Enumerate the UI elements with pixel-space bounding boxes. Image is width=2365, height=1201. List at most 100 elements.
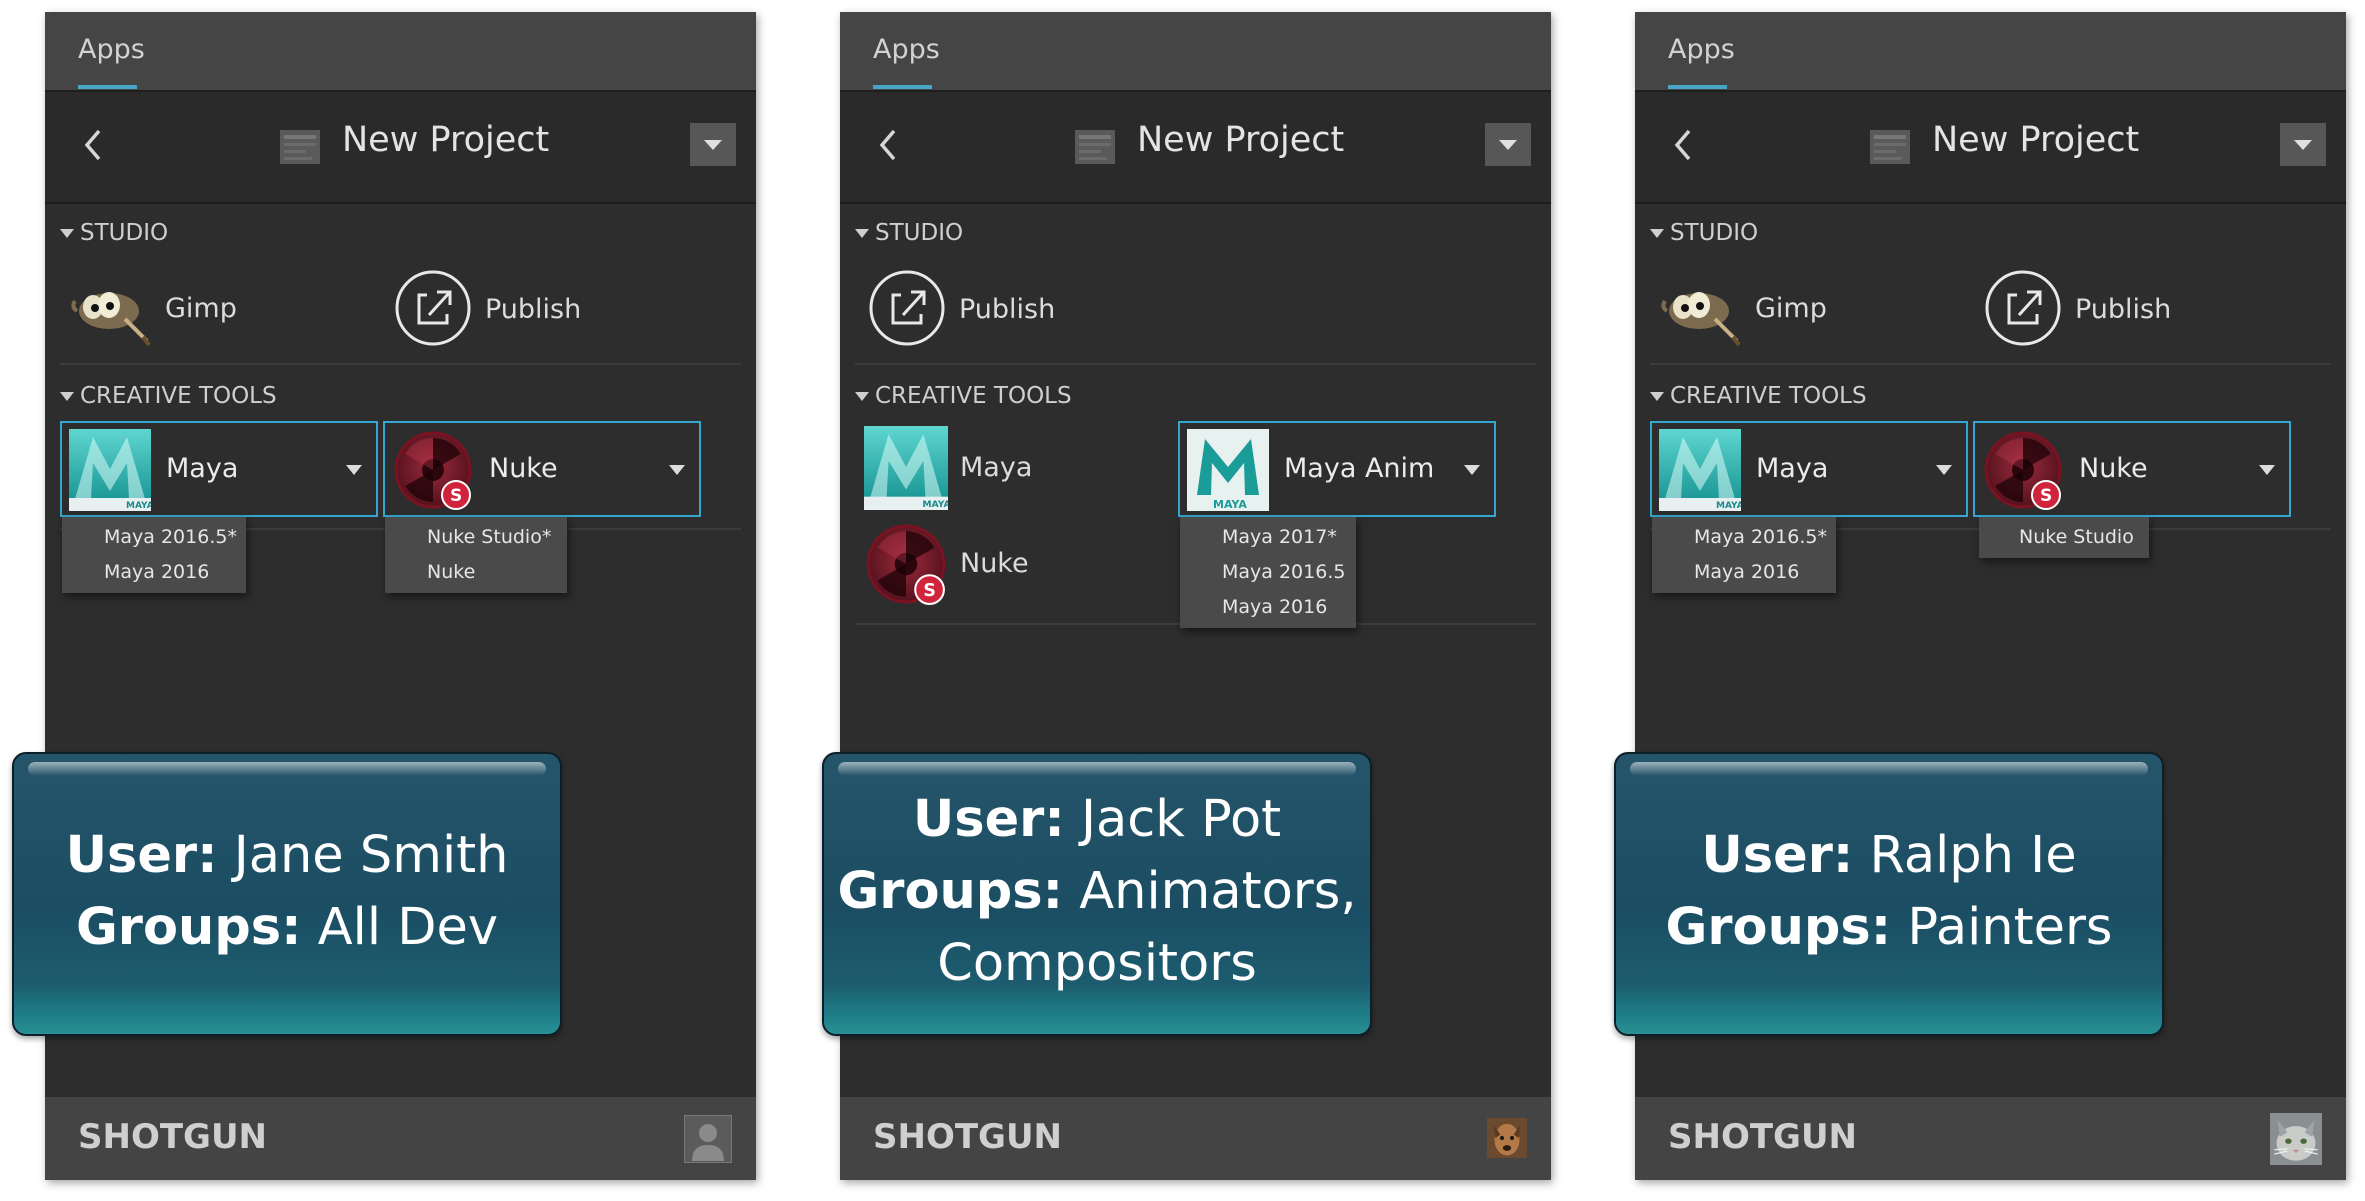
shotgun-logo: SHOTGUN — [873, 1117, 1063, 1157]
user-name: Jack Pot — [1080, 790, 1282, 849]
app-maya[interactable]: Maya — [60, 421, 378, 517]
menu-item[interactable]: Maya 2016 — [1180, 590, 1356, 625]
tab-underline — [873, 85, 932, 89]
app-label: Maya — [166, 453, 239, 484]
app-nuke[interactable]: Nuke — [864, 522, 1114, 608]
app-gimp[interactable]: Gimp — [1659, 267, 1909, 353]
project-thumbnail-icon — [278, 126, 322, 168]
project-header: New Project — [1635, 90, 2346, 204]
tab-apps[interactable]: Apps — [873, 34, 940, 65]
user-avatar-icon[interactable] — [2270, 1113, 2322, 1165]
app-label: Maya — [960, 452, 1033, 483]
footer-bar: SHOTGUN — [45, 1097, 756, 1180]
menu-item[interactable]: Nuke Studio* — [385, 520, 567, 555]
tab-underline — [78, 85, 137, 89]
group-names: Animators, — [1079, 862, 1357, 921]
chevron-down-icon — [2294, 140, 2312, 150]
maya-anim-version-menu: Maya 2017* Maya 2016.5 Maya 2016 — [1180, 517, 1356, 628]
menu-item[interactable]: Nuke Studio — [1979, 520, 2149, 555]
menu-item[interactable]: Maya 2016 — [1652, 555, 1836, 590]
chevron-down-icon[interactable] — [669, 465, 685, 475]
menu-dropdown-button[interactable] — [690, 123, 736, 166]
maya-version-menu: Maya 2016.5* Maya 2016 — [1652, 517, 1836, 593]
user-callout-jack: User: Jack Pot Groups: Animators, Compos… — [822, 752, 1372, 1036]
footer-bar: SHOTGUN — [840, 1097, 1551, 1180]
app-label: Publish — [959, 294, 1056, 325]
publish-icon — [393, 268, 473, 348]
group-names: Painters — [1907, 898, 2113, 957]
nuke-icon — [392, 429, 474, 511]
section-studio[interactable]: STUDIO — [1650, 220, 1758, 246]
nuke-version-menu: Nuke Studio* Nuke — [385, 517, 567, 593]
divider — [1650, 363, 2331, 365]
tab-apps[interactable]: Apps — [1668, 34, 1735, 65]
project-header: New Project — [840, 90, 1551, 204]
app-label: Maya — [1756, 453, 1829, 484]
menu-item[interactable]: Maya 2016.5 — [1180, 555, 1356, 590]
menu-item[interactable]: Maya 2016 — [62, 555, 246, 590]
app-label: Gimp — [1755, 293, 1827, 324]
menu-dropdown-button[interactable] — [1485, 123, 1531, 166]
chevron-down-icon[interactable] — [346, 465, 362, 475]
back-arrow-icon[interactable] — [1665, 125, 1701, 165]
divider — [60, 363, 741, 365]
project-thumbnail-icon — [1073, 126, 1117, 168]
tab-underline — [1668, 85, 1727, 89]
nuke-icon — [864, 522, 948, 606]
gimp-icon — [1659, 267, 1745, 353]
menu-dropdown-button[interactable] — [2280, 123, 2326, 166]
menu-item[interactable]: Maya 2016.5* — [1652, 520, 1836, 555]
app-publish[interactable]: Publish — [867, 268, 1117, 354]
user-name: Ralph Ie — [1869, 826, 2077, 885]
maya-icon — [864, 426, 948, 510]
back-arrow-icon[interactable] — [75, 125, 111, 165]
app-label: Gimp — [165, 293, 237, 324]
group-names: All Dev — [317, 898, 499, 957]
nuke-icon — [1982, 429, 2064, 511]
app-label: Publish — [485, 294, 582, 325]
menu-item[interactable]: Maya 2017* — [1180, 520, 1356, 555]
section-creative-tools[interactable]: CREATIVE TOOLS — [60, 383, 277, 409]
app-publish[interactable]: Publish — [393, 268, 643, 354]
section-creative-tools[interactable]: CREATIVE TOOLS — [1650, 383, 1867, 409]
app-nuke[interactable]: Nuke — [1973, 421, 2291, 517]
groups-label: Groups: — [1665, 898, 1892, 957]
app-nuke[interactable]: Nuke — [383, 421, 701, 517]
menu-item[interactable]: Maya 2016.5* — [62, 520, 246, 555]
app-maya[interactable]: Maya — [1650, 421, 1968, 517]
project-title: New Project — [342, 120, 550, 160]
app-label: Nuke — [489, 453, 558, 484]
publish-icon — [1983, 268, 2063, 348]
user-name: Jane Smith — [233, 826, 509, 885]
section-studio[interactable]: STUDIO — [60, 220, 168, 246]
groups-label: Groups: — [837, 862, 1064, 921]
footer-bar: SHOTGUN — [1635, 1097, 2346, 1180]
project-title: New Project — [1137, 120, 1345, 160]
app-label: Nuke — [2079, 453, 2148, 484]
section-creative-tools[interactable]: CREATIVE TOOLS — [855, 383, 1072, 409]
shotgun-logo: SHOTGUN — [78, 1117, 268, 1157]
chevron-down-icon[interactable] — [2259, 465, 2275, 475]
section-studio[interactable]: STUDIO — [855, 220, 963, 246]
chevron-down-icon[interactable] — [1936, 465, 1952, 475]
app-maya-anim[interactable]: Maya Anim — [1178, 421, 1496, 517]
user-avatar-icon[interactable] — [684, 1115, 732, 1163]
user-callout-jane: User: Jane Smith Groups: All Dev — [12, 752, 562, 1036]
app-publish[interactable]: Publish — [1983, 268, 2233, 354]
user-label: User: — [912, 790, 1065, 849]
project-thumbnail-icon — [1868, 126, 1912, 168]
app-gimp[interactable]: Gimp — [69, 267, 319, 353]
gimp-icon — [69, 267, 155, 353]
app-label: Publish — [2075, 294, 2172, 325]
back-arrow-icon[interactable] — [870, 125, 906, 165]
user-callout-ralph: User: Ralph Ie Groups: Painters — [1614, 752, 2164, 1036]
user-avatar-icon[interactable] — [1487, 1111, 1527, 1165]
chevron-down-icon[interactable] — [1464, 465, 1480, 475]
group-names-cont: Compositors — [937, 934, 1257, 993]
menu-item[interactable]: Nuke — [385, 555, 567, 590]
tab-apps[interactable]: Apps — [78, 34, 145, 65]
user-label: User: — [65, 826, 218, 885]
shotgun-logo: SHOTGUN — [1668, 1117, 1858, 1157]
app-label: Maya Anim — [1284, 453, 1435, 484]
app-maya[interactable]: Maya — [864, 426, 1114, 512]
